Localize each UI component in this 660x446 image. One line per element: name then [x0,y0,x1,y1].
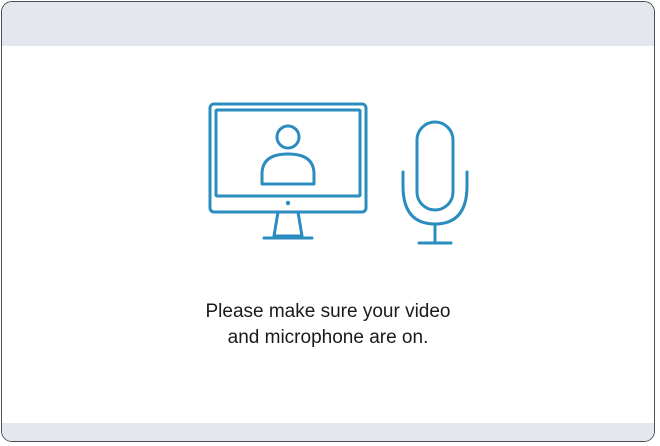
microphone-icon [401,120,469,245]
permission-dialog: Please make sure your video and micropho… [1,1,655,442]
instruction-message: Please make sure your video and micropho… [2,299,654,351]
message-line-1: Please make sure your video [205,301,451,322]
bottom-bar [2,423,654,441]
title-bar [2,2,654,46]
monitor-user-icon [208,102,368,240]
message-line-2: and microphone are on. [227,327,429,348]
dialog-content: Please make sure your video and micropho… [2,46,654,423]
